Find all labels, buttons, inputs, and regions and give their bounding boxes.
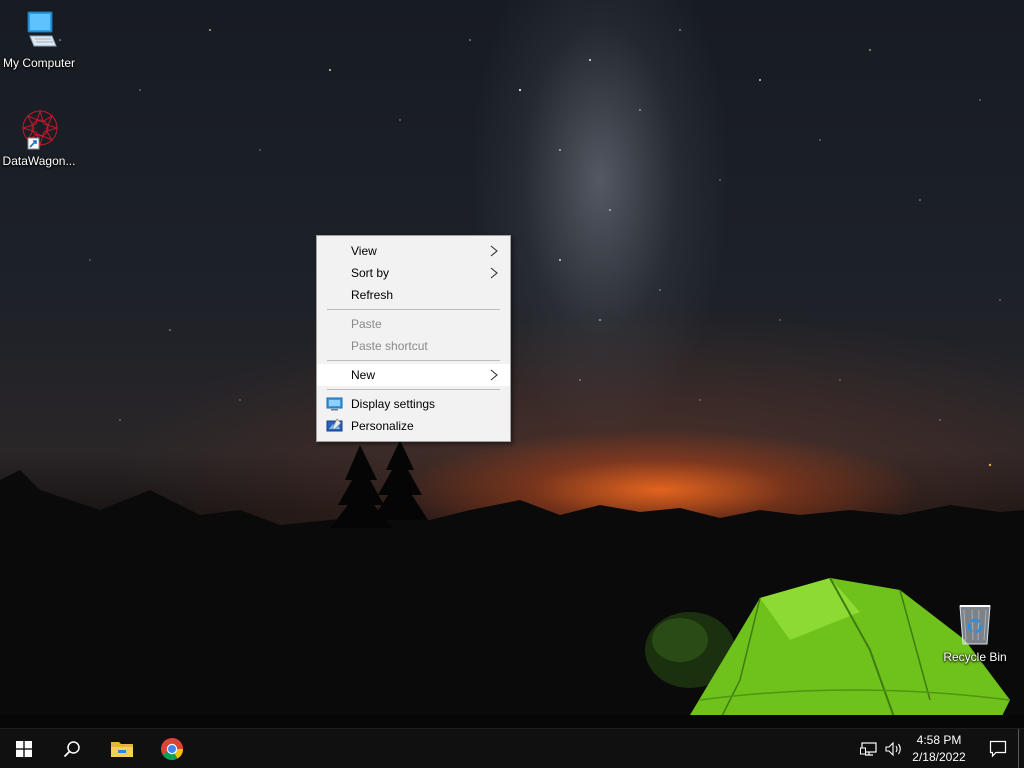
wallpaper-scene (0, 29, 1024, 728)
desktop-icon-recycle-bin[interactable]: Recycle Bin (936, 602, 1014, 664)
clock-time: 4:58 PM (916, 733, 962, 747)
menu-item-new[interactable]: New (317, 364, 510, 386)
menu-item-paste: Paste (317, 313, 510, 335)
menu-item-label: Refresh (351, 288, 394, 302)
chrome-icon (161, 738, 183, 760)
menu-separator (327, 360, 500, 361)
volume-icon[interactable] (884, 740, 904, 758)
folder-icon (111, 742, 133, 757)
desktop-wallpaper[interactable] (0, 0, 1024, 728)
stars (59, 29, 1001, 467)
search-icon (63, 741, 80, 758)
clock-date: 2/18/2022 (912, 750, 966, 764)
chevron-right-icon (490, 267, 498, 279)
menu-item-label: View (351, 244, 377, 258)
taskbar-clock[interactable]: 4:58 PM 2/18/2022 (904, 732, 974, 766)
show-desktop-button[interactable] (1018, 729, 1024, 768)
desktop-icon-datawagon[interactable]: DataWagon... (0, 106, 78, 168)
desktop-context-menu: View Sort by Refresh Paste Paste shortcu… (316, 235, 511, 442)
menu-separator (327, 309, 500, 310)
start-button[interactable] (0, 729, 48, 768)
desktop-icon-my-computer[interactable]: My Computer (0, 8, 78, 70)
menu-item-label: Display settings (351, 397, 436, 411)
taskbar: 4:58 PM 2/18/2022 (0, 728, 1024, 768)
desktop-icon-label: My Computer (2, 56, 76, 70)
desktop-icon-label: Recycle Bin (943, 650, 1007, 664)
menu-item-label: Paste (351, 317, 382, 331)
search-button[interactable] (48, 729, 96, 768)
desktop-icon-label: DataWagon... (2, 154, 76, 168)
network-icon[interactable] (860, 740, 880, 758)
menu-item-label: Paste shortcut (351, 339, 428, 353)
chrome-button[interactable] (148, 729, 196, 768)
menu-item-label: New (351, 368, 376, 382)
menu-item-view[interactable]: View (317, 240, 510, 262)
file-explorer-button[interactable] (98, 729, 146, 768)
windows-logo-icon (16, 741, 32, 757)
computer-icon (27, 11, 57, 47)
menu-separator (327, 389, 500, 390)
menu-item-personalize[interactable]: Personalize (317, 415, 510, 437)
menu-item-label: Personalize (351, 419, 414, 433)
recycle-bin-icon (959, 605, 991, 645)
datawagon-icon (21, 109, 59, 150)
menu-item-display-settings[interactable]: Display settings (317, 393, 510, 415)
display-settings-icon (326, 397, 343, 411)
pine-trees (330, 440, 428, 528)
menu-item-paste-shortcut: Paste shortcut (317, 335, 510, 357)
action-center-button[interactable] (978, 729, 1018, 768)
chevron-right-icon (490, 245, 498, 257)
personalize-icon (326, 418, 343, 432)
menu-item-refresh[interactable]: Refresh (317, 284, 510, 306)
menu-item-sort-by[interactable]: Sort by (317, 262, 510, 284)
menu-item-label: Sort by (351, 266, 390, 280)
chevron-right-icon (490, 369, 498, 381)
notification-icon (989, 740, 1007, 758)
